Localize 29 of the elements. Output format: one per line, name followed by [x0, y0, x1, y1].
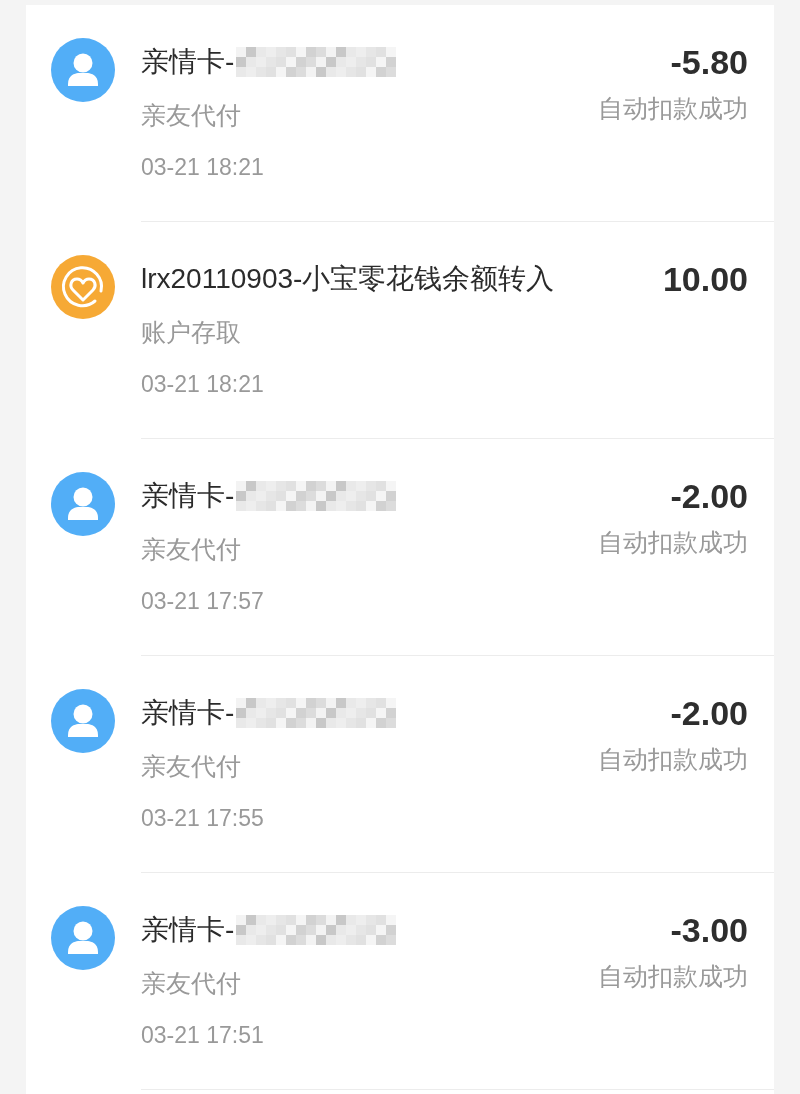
transaction-amount: -3.00: [670, 910, 748, 950]
transaction-title: 亲情卡-: [141, 913, 235, 947]
person-avatar-icon: [51, 906, 115, 970]
transaction-status: 自动扣款成功: [598, 744, 748, 775]
transaction-amount: -2.00: [670, 476, 748, 516]
transaction-time: 03-21 17:55: [141, 804, 264, 833]
transaction-category: 亲友代付: [141, 968, 241, 999]
transaction-amount: -2.00: [670, 693, 748, 733]
heart-ring-icon: [51, 255, 115, 319]
person-avatar-icon: [51, 689, 115, 753]
transaction-status: 自动扣款成功: [598, 527, 748, 558]
transaction-time: 03-21 17:51: [141, 1021, 264, 1050]
transaction-time: 03-21 18:21: [141, 370, 264, 399]
transaction-amount: -5.80: [670, 42, 748, 82]
transaction-status: 自动扣款成功: [598, 93, 748, 124]
transaction-amount: 10.00: [662, 259, 748, 299]
transaction-title: lrx20110903-小宝零花钱余额转入: [141, 262, 555, 296]
person-avatar-icon: [51, 38, 115, 102]
transaction-time: 03-21 18:21: [141, 153, 264, 182]
transaction-title: 亲情卡-: [141, 479, 235, 513]
transaction-category: 亲友代付: [141, 751, 241, 782]
transaction-title: 亲情卡-: [141, 696, 235, 730]
transaction-category: 亲友代付: [141, 100, 241, 131]
transaction-title: 亲情卡-: [141, 45, 235, 79]
transaction-category: 亲友代付: [141, 534, 241, 565]
person-avatar-icon: [51, 472, 115, 536]
transaction-time: 03-21 17:57: [141, 587, 264, 616]
transaction-category: 账户存取: [141, 317, 241, 348]
transaction-status: 自动扣款成功: [598, 961, 748, 992]
